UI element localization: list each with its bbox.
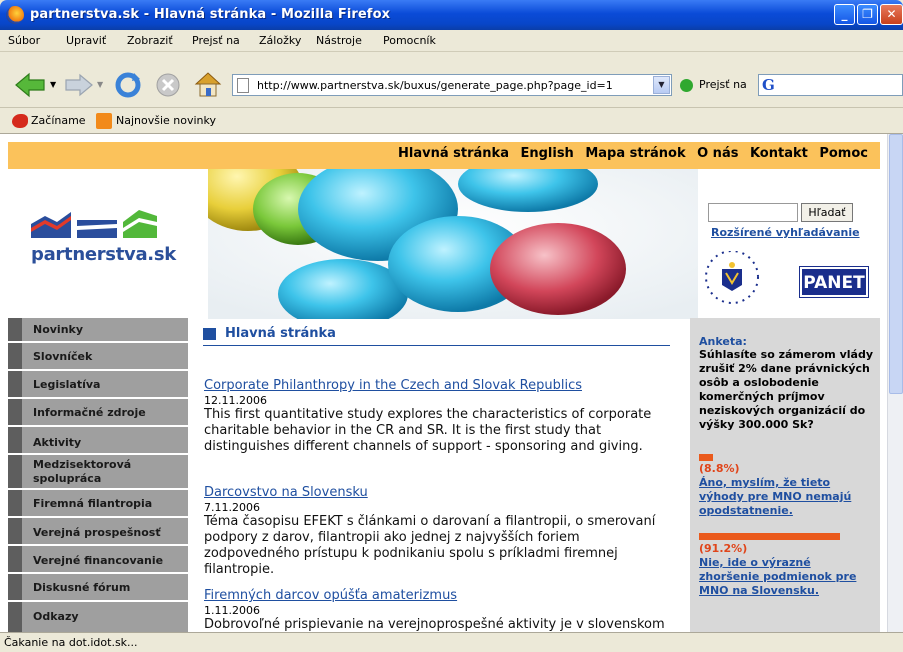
bookmark-getting-started[interactable]: Začíname — [31, 114, 86, 127]
menu-bookmarks[interactable]: Záložky — [259, 34, 301, 47]
article-text: Téma časopisu EFEKT s článkami o darovan… — [204, 514, 656, 577]
left-nav-public-benefit[interactable]: Verejná prospešnosť — [8, 518, 188, 546]
title-square-icon — [203, 328, 216, 340]
site-logo[interactable]: partnerstva.sk — [31, 206, 176, 265]
page-title: Hlavná stránka — [203, 326, 670, 346]
menu-help[interactable]: Pomocník — [383, 34, 436, 47]
status-text: Čakanie na dot.idot.sk... — [4, 636, 138, 649]
top-nav-help[interactable]: Pomoc — [819, 146, 868, 161]
forward-arrow-icon[interactable] — [64, 73, 94, 97]
menu-file[interactable]: Súbor — [8, 34, 40, 47]
url-bar[interactable]: http://www.partnerstva.sk/buxus/generate… — [232, 74, 672, 96]
top-nav-english[interactable]: English — [520, 146, 573, 161]
poll-answer-no[interactable]: Nie, ide o výrazné zhoršenie podmienok p… — [699, 556, 874, 598]
left-nav-legislation[interactable]: Legislatíva — [8, 371, 188, 399]
scrollbar-thumb[interactable] — [889, 134, 903, 394]
bookmarks-toolbar: Začíname Najnovšie novinky — [0, 108, 903, 134]
pebbles-banner-image — [208, 169, 698, 319]
window-title: partnerstva.sk - Hlavná stránka - Mozill… — [30, 7, 391, 22]
page-content: Hlavná stránka English Mapa stránok O ná… — [0, 134, 887, 632]
menu-view[interactable]: Zobraziť — [127, 34, 173, 47]
logo-text: partnerstva.sk — [31, 244, 176, 265]
top-nav-home[interactable]: Hlavná stránka — [398, 146, 509, 161]
top-nav-sitemap[interactable]: Mapa stránok — [585, 146, 685, 161]
page-title-text: Hlavná stránka — [225, 326, 336, 341]
minimize-button[interactable]: _ — [834, 4, 855, 25]
poll-bar-yes — [699, 454, 713, 461]
reload-icon[interactable] — [114, 71, 142, 99]
foundation-seal-logo[interactable] — [696, 251, 768, 309]
article-title-link[interactable]: Darcovstvo na Slovensku — [204, 485, 670, 501]
rss-feed-icon — [96, 113, 112, 129]
left-nav-links[interactable]: Odkazy — [8, 602, 188, 632]
maximize-button[interactable]: ❐ — [857, 4, 878, 25]
left-nav-glossary[interactable]: Slovníček — [8, 343, 188, 371]
top-nav: Hlavná stránka English Mapa stránok O ná… — [390, 146, 868, 161]
left-nav-activities[interactable]: Aktivity — [8, 427, 188, 455]
article: Corporate Philanthropy in the Czech and … — [204, 378, 670, 455]
poll-bar-no — [699, 533, 840, 540]
go-button[interactable]: Prejsť na — [699, 78, 747, 91]
left-nav-cross-sector[interactable]: Medzisektorová spolupráca — [8, 455, 188, 490]
article-date: 1.11.2006 — [204, 604, 260, 617]
poll-answer-yes[interactable]: Áno, myslím, že tieto výhody pre MNO nem… — [699, 476, 874, 518]
page-icon — [237, 78, 249, 93]
left-nav-forum[interactable]: Diskusné fórum — [8, 574, 188, 602]
poll-heading: Anketa: — [699, 335, 747, 348]
menu-bar: Súbor Upraviť Zobraziť Prejsť na Záložky… — [0, 30, 903, 52]
site-search-input[interactable] — [708, 203, 798, 222]
poll-percent-yes: (8.8%) — [699, 462, 740, 475]
panet-logo[interactable]: PANET — [799, 266, 869, 298]
left-navigation: Novinky Slovníček Legislatíva Informačné… — [8, 318, 188, 632]
url-text: http://www.partnerstva.sk/buxus/generate… — [257, 79, 613, 92]
navigation-toolbar: ▼ ▼ http://www.partnerstva.sk/buxus/gene… — [0, 52, 903, 108]
poll-percent-no: (91.2%) — [699, 542, 748, 555]
menu-go[interactable]: Prejsť na — [192, 34, 240, 47]
title-bar: partnerstva.sk - Hlavná stránka - Mozill… — [0, 0, 903, 30]
bookmark-latest-news[interactable]: Najnovšie novinky — [116, 114, 216, 127]
main-column: Hlavná stránka Corporate Philanthropy in… — [200, 318, 670, 632]
getting-started-icon — [12, 114, 28, 128]
back-dropdown-icon[interactable]: ▼ — [50, 80, 56, 89]
site-search-button[interactable]: Hľadať — [801, 203, 853, 222]
logo-graphic-icon — [31, 210, 157, 238]
article-date: 12.11.2006 — [204, 394, 267, 407]
left-nav-info-sources[interactable]: Informačné zdroje — [8, 399, 188, 427]
article: Darcovstvo na Slovensku 7.11.2006 Téma č… — [204, 485, 670, 578]
home-icon[interactable] — [193, 70, 223, 98]
go-icon[interactable] — [680, 79, 693, 92]
menu-edit[interactable]: Upraviť — [66, 34, 106, 47]
forward-dropdown-icon[interactable]: ▼ — [97, 80, 103, 89]
article-title-link[interactable]: Firemných darcov opúšťa amaterizmus — [204, 588, 670, 604]
stop-icon[interactable] — [155, 72, 181, 98]
firefox-icon — [6, 6, 24, 24]
article-date: 7.11.2006 — [204, 501, 260, 514]
site-header: partnerstva.sk Hľadať Rozšírené vyhľadáv… — [8, 169, 880, 319]
close-button[interactable]: ✕ — [880, 4, 903, 25]
advanced-search-link[interactable]: Rozšírené vyhľadávanie — [711, 226, 860, 239]
search-box[interactable]: G — [758, 74, 903, 96]
article-text: This first quantitative study explores t… — [204, 407, 652, 454]
url-dropdown-icon[interactable]: ▼ — [653, 76, 670, 94]
vertical-scrollbar[interactable] — [887, 134, 903, 632]
left-nav-public-funding[interactable]: Verejné financovanie — [8, 546, 188, 574]
left-nav-news[interactable]: Novinky — [8, 318, 188, 343]
top-navigation-strip: Hlavná stránka English Mapa stránok O ná… — [8, 142, 880, 169]
poll-question: Súhlasíte so zámerom vlády zrušiť 2% dan… — [699, 348, 874, 431]
poll-panel: Anketa: Súhlasíte so zámerom vlády zruši… — [690, 318, 880, 632]
article-text: Dobrovoľné prispievanie na verejnoprospe… — [204, 617, 665, 632]
google-icon[interactable]: G — [762, 76, 775, 94]
top-nav-contact[interactable]: Kontakt — [750, 146, 808, 161]
left-nav-corporate-philanthropy[interactable]: Firemná filantropia — [8, 490, 188, 518]
top-nav-about[interactable]: O nás — [697, 146, 738, 161]
menu-tools[interactable]: Nástroje — [316, 34, 362, 47]
status-bar: Čakanie na dot.idot.sk... — [0, 632, 903, 652]
article-title-link[interactable]: Corporate Philanthropy in the Czech and … — [204, 378, 670, 394]
back-arrow-icon[interactable] — [14, 72, 46, 98]
article: Firemných darcov opúšťa amaterizmus 1.11… — [204, 588, 670, 632]
